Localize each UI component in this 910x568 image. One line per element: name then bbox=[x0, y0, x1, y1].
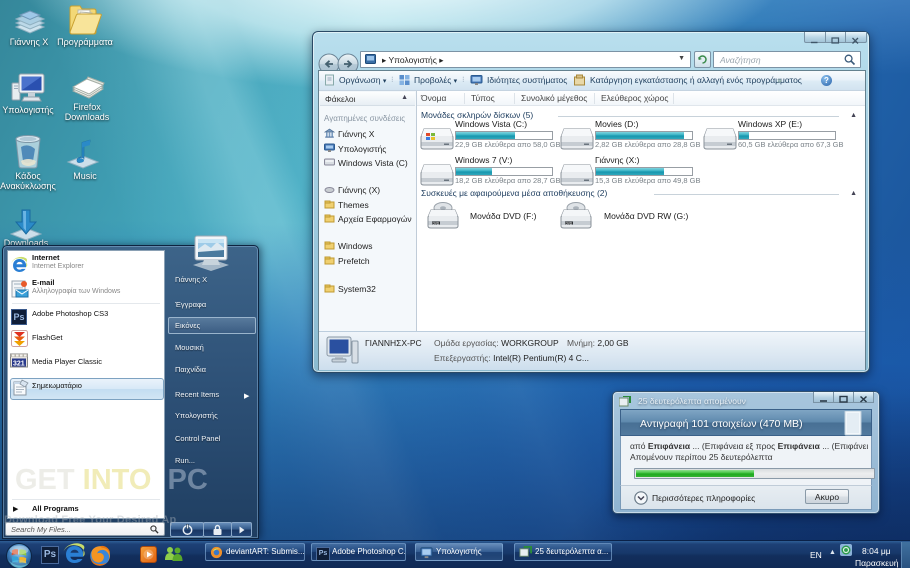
svg-text:321: 321 bbox=[13, 361, 25, 368]
svg-text:DVD: DVD bbox=[566, 222, 573, 226]
svg-text:DVD: DVD bbox=[433, 222, 440, 226]
